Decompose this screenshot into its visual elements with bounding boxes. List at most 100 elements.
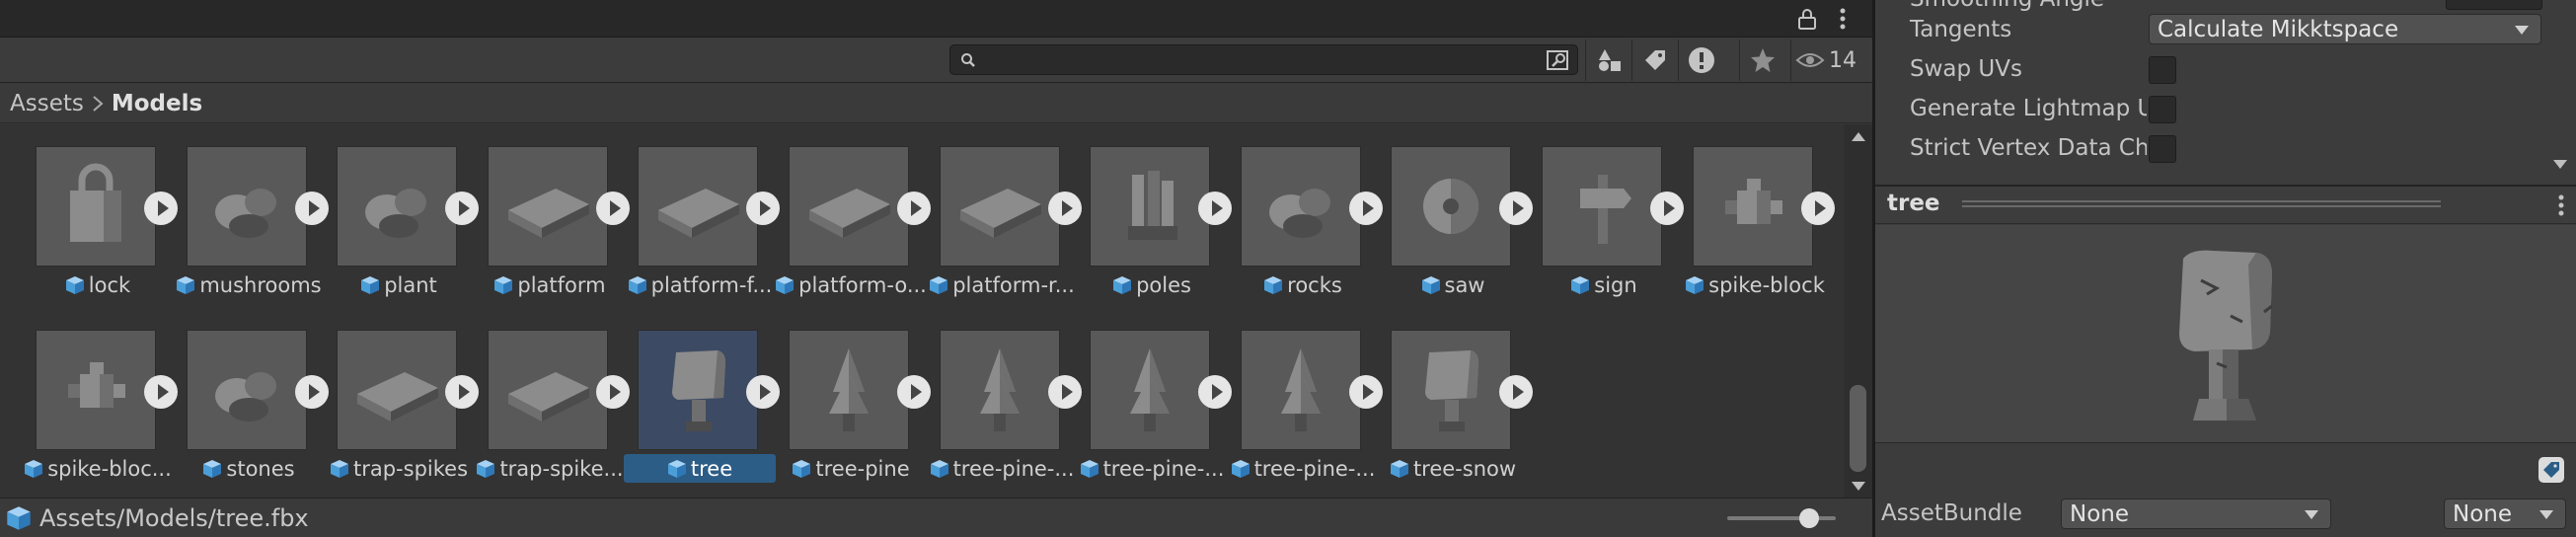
breadcrumb-root[interactable]: Assets bbox=[10, 91, 84, 116]
asset-item[interactable]: platform-f... bbox=[626, 146, 780, 314]
search-input[interactable] bbox=[984, 47, 1501, 74]
asset-item[interactable]: mushrooms bbox=[175, 146, 329, 314]
expand-arrow-icon[interactable] bbox=[1801, 192, 1835, 225]
assetbundle-dropdown[interactable]: None bbox=[2061, 499, 2331, 529]
asset-thumbnail[interactable] bbox=[1391, 330, 1511, 450]
asset-item[interactable]: trap-spikes bbox=[325, 330, 479, 498]
expand-arrow-icon[interactable] bbox=[1048, 192, 1082, 225]
expand-arrow-icon[interactable] bbox=[1349, 192, 1383, 225]
expand-arrow-icon[interactable] bbox=[144, 192, 178, 225]
asset-thumbnail[interactable] bbox=[638, 330, 758, 450]
asset-item[interactable]: tree-pine-... bbox=[928, 330, 1082, 498]
favorites-button[interactable] bbox=[1739, 39, 1785, 81]
swap-uvs-checkbox[interactable] bbox=[2149, 56, 2176, 84]
filter-by-label-button[interactable] bbox=[1631, 39, 1678, 81]
asset-labels-icon[interactable] bbox=[2538, 457, 2564, 483]
asset-thumbnail[interactable] bbox=[1391, 146, 1511, 267]
asset-thumbnail[interactable] bbox=[940, 146, 1060, 267]
expand-arrow-icon[interactable] bbox=[1198, 192, 1232, 225]
asset-thumbnail[interactable] bbox=[337, 146, 457, 267]
preview-more-menu-icon[interactable] bbox=[2556, 192, 2566, 222]
expand-arrow-icon[interactable] bbox=[596, 192, 630, 225]
asset-item[interactable]: spike-block bbox=[1681, 146, 1835, 314]
tangents-dropdown[interactable]: Calculate Mikktspace bbox=[2149, 14, 2541, 44]
assetbundle-variant-dropdown[interactable]: None bbox=[2444, 499, 2566, 529]
asset-thumbnail[interactable] bbox=[337, 330, 457, 450]
asset-item[interactable]: saw bbox=[1379, 146, 1533, 314]
search-field[interactable] bbox=[949, 44, 1578, 75]
expand-arrow-icon[interactable] bbox=[295, 192, 329, 225]
scroll-up-arrow-icon[interactable] bbox=[1852, 132, 1865, 141]
expand-arrow-icon[interactable] bbox=[445, 375, 479, 409]
asset-thumbnail[interactable] bbox=[187, 330, 307, 450]
expand-arrow-icon[interactable] bbox=[897, 375, 931, 409]
asset-item[interactable]: tree-snow bbox=[1379, 330, 1533, 498]
asset-thumbnail[interactable] bbox=[36, 330, 156, 450]
asset-item[interactable]: tree-pine-... bbox=[1229, 330, 1383, 498]
expand-arrow-icon[interactable] bbox=[295, 375, 329, 409]
expand-arrow-icon[interactable] bbox=[445, 192, 479, 225]
scrollbar-thumb[interactable] bbox=[1850, 385, 1866, 472]
asset-thumbnail[interactable] bbox=[187, 146, 307, 267]
breadcrumb-current[interactable]: Models bbox=[112, 91, 202, 116]
selected-asset-path: Assets/Models/tree.fbx bbox=[39, 503, 309, 532]
asset-item[interactable]: spike-bloc... bbox=[24, 330, 178, 498]
asset-item[interactable]: rocks bbox=[1229, 146, 1383, 314]
more-menu-icon[interactable] bbox=[1836, 6, 1850, 32]
asset-item[interactable]: tree-pine bbox=[777, 330, 931, 498]
preview-header[interactable]: tree bbox=[1875, 185, 2576, 224]
asset-thumbnail[interactable] bbox=[1542, 146, 1662, 267]
asset-thumbnail[interactable] bbox=[1693, 146, 1813, 267]
smoothing-angle-slider[interactable] bbox=[2154, 0, 2420, 10]
asset-item[interactable]: poles bbox=[1078, 146, 1232, 314]
asset-item[interactable]: lock bbox=[24, 146, 178, 314]
asset-thumbnail[interactable] bbox=[1090, 146, 1210, 267]
asset-item[interactable]: stones bbox=[175, 330, 329, 498]
preview-drag-handle[interactable] bbox=[1962, 200, 2441, 207]
expand-arrow-icon[interactable] bbox=[1048, 375, 1082, 409]
expand-arrow-icon[interactable] bbox=[897, 192, 931, 225]
search-by-type-icon[interactable] bbox=[1546, 48, 1571, 76]
asset-thumbnail[interactable] bbox=[1241, 146, 1361, 267]
expand-arrow-icon[interactable] bbox=[1198, 375, 1232, 409]
smoothing-angle-field[interactable] bbox=[2446, 0, 2542, 10]
expand-arrow-icon[interactable] bbox=[1349, 375, 1383, 409]
lock-icon[interactable] bbox=[1796, 8, 1818, 30]
expand-arrow-icon[interactable] bbox=[144, 375, 178, 409]
asset-thumbnail[interactable] bbox=[789, 146, 909, 267]
asset-item[interactable]: plant bbox=[325, 146, 479, 314]
asset-item[interactable]: tree-pine-... bbox=[1078, 330, 1232, 498]
slider-knob[interactable] bbox=[1799, 508, 1819, 528]
asset-item[interactable]: platform bbox=[476, 146, 630, 314]
asset-thumbnail[interactable] bbox=[1241, 330, 1361, 450]
hidden-packages-toggle[interactable]: 14 bbox=[1790, 39, 1870, 81]
asset-thumbnail[interactable] bbox=[488, 330, 608, 450]
asset-thumbnail[interactable] bbox=[488, 146, 608, 267]
filter-by-type-button[interactable] bbox=[1585, 39, 1631, 81]
generate-lightmap-checkbox[interactable] bbox=[2149, 96, 2176, 123]
expand-arrow-icon[interactable] bbox=[596, 375, 630, 409]
icon-size-slider[interactable] bbox=[1727, 508, 1836, 528]
asset-thumbnail[interactable] bbox=[638, 146, 758, 267]
expand-arrow-icon[interactable] bbox=[746, 375, 780, 409]
scroll-down-arrow-icon[interactable] bbox=[1852, 482, 1865, 491]
asset-thumbnail[interactable] bbox=[1090, 330, 1210, 450]
asset-label: sign bbox=[1528, 270, 1680, 299]
strict-vertex-checkbox[interactable] bbox=[2149, 135, 2176, 163]
asset-thumbnail[interactable] bbox=[940, 330, 1060, 450]
asset-item[interactable]: tree bbox=[624, 330, 780, 498]
asset-thumbnail[interactable] bbox=[36, 146, 156, 267]
asset-item[interactable]: sign bbox=[1528, 146, 1684, 314]
model-preview[interactable] bbox=[1875, 225, 2576, 442]
expand-arrow-icon[interactable] bbox=[1499, 375, 1533, 409]
asset-item[interactable]: platform-o... bbox=[776, 146, 931, 314]
expand-arrow-icon[interactable] bbox=[1650, 192, 1684, 225]
asset-thumbnail[interactable] bbox=[789, 330, 909, 450]
asset-item[interactable]: platform-r... bbox=[928, 146, 1082, 314]
expand-arrow-icon[interactable] bbox=[746, 192, 780, 225]
asset-item[interactable]: trap-spike... bbox=[476, 330, 630, 498]
expand-arrow-icon[interactable] bbox=[1499, 192, 1533, 225]
filter-log-button[interactable] bbox=[1678, 39, 1724, 81]
asset-grid-scrollbar[interactable] bbox=[1844, 124, 1872, 498]
inspector-scroll-down-arrow-icon[interactable] bbox=[2553, 160, 2567, 169]
